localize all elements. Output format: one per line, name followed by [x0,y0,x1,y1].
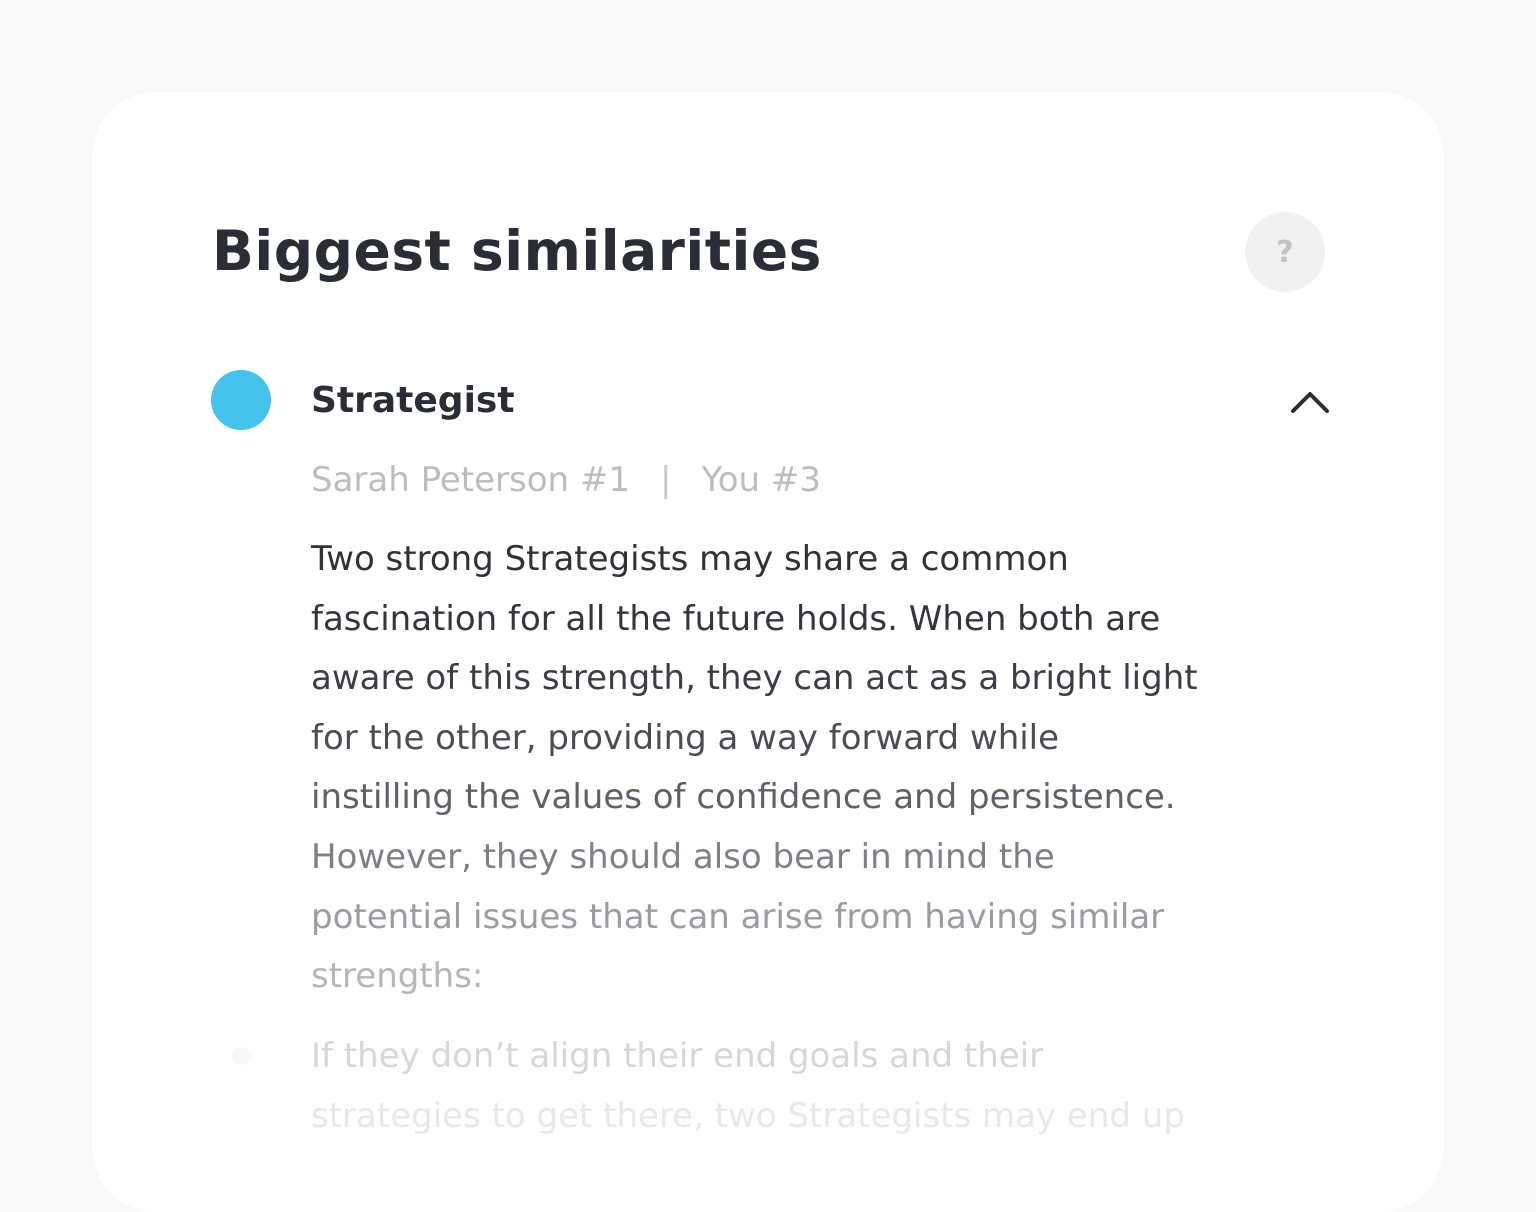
bullet-dot [232,1047,250,1065]
rank-separator: | [660,460,672,500]
paragraph-line: fascination for all the future holds. Wh… [311,598,1161,639]
help-button[interactable]: ? [1245,212,1325,292]
item-title[interactable]: Strategist [311,378,515,424]
chevron-up-icon [1291,392,1329,413]
question-mark-icon: ? [1276,234,1294,270]
paragraph-line: for the other, providing a way forward w… [311,717,1060,758]
paragraph-line: Two strong Strategists may share a commo… [311,539,1069,579]
rank-you: You #3 [701,460,822,500]
bullet-item: If they don’t align their end goals and … [311,1027,1351,1146]
collapse-toggle-button[interactable] [1282,376,1338,424]
rank-other: Sarah Peterson #1 [311,460,631,500]
paragraph-line: However, they should also bear in mind t… [311,836,1055,877]
paragraph-line: instilling the values of confidence and … [311,777,1176,818]
paragraph-line: potential issues that can arise from hav… [311,896,1165,937]
strategist-color-dot [211,370,271,430]
bullet-line: strategies to get there, two Strategists… [311,1095,1185,1136]
bullet-line: If they don’t align their end goals and … [311,1036,1044,1076]
rank-comparison: Sarah Peterson #1 | You #3 [311,456,821,504]
paragraph-line: strengths: [311,956,484,997]
paragraph-line: aware of this strength, they can act as … [311,658,1198,699]
section-title: Biggest similarities [212,219,822,283]
description-paragraph: Two strong Strategists may share a commo… [311,530,1351,1007]
